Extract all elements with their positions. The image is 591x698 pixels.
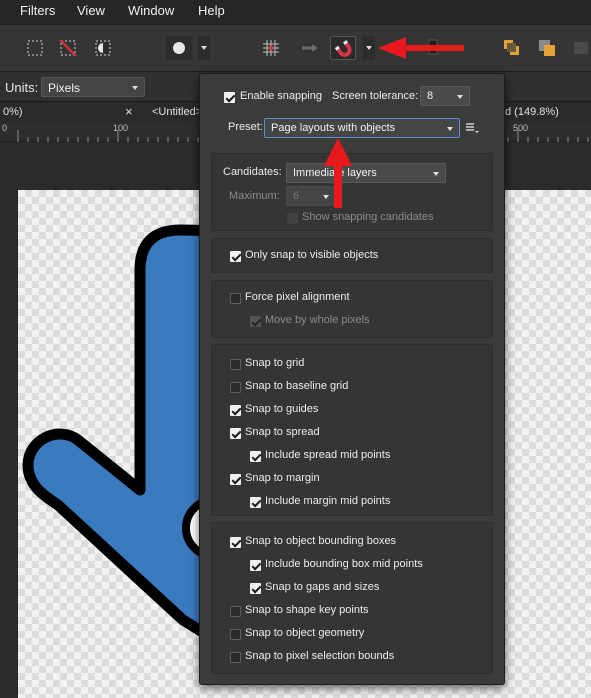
units-label: Units: (5, 80, 39, 95)
annotation-arrow-left (378, 37, 464, 59)
gaps-sizes-checkbox[interactable] (250, 583, 261, 594)
gaps-sizes-label: Snap to gaps and sizes (265, 581, 380, 593)
screen-tolerance-label: Screen tolerance: (332, 90, 419, 102)
spread-mid-label: Include spread mid points (265, 449, 391, 461)
arrange-forward-icon (539, 40, 555, 56)
pixel-selection-checkbox[interactable] (230, 652, 241, 663)
whole-pixels-label: Move by whole pixels (265, 314, 370, 326)
deselect-icon (59, 39, 77, 57)
screen-tolerance-select[interactable]: 8 (420, 86, 470, 106)
toolbar (0, 24, 591, 71)
margin-mid-label: Include margin mid points (265, 495, 391, 507)
arrange-back-icon (504, 40, 519, 55)
maximum-label: Maximum: (229, 190, 280, 202)
snap-spread-label: Snap to spread (245, 426, 320, 438)
force-pixel-checkbox[interactable] (230, 293, 241, 304)
annotation-arrow-up (324, 138, 352, 208)
snap-baseline-label: Snap to baseline grid (245, 380, 349, 392)
snapping-dropdown-button[interactable] (363, 36, 375, 60)
snap-grid-checkbox[interactable] (230, 359, 241, 370)
candidates-label: Candidates: (223, 166, 282, 178)
margin-mid-checkbox[interactable] (250, 497, 261, 508)
preset-menu-icon[interactable] (466, 122, 480, 134)
menu-view[interactable]: View (77, 3, 105, 18)
deselect-button[interactable] (55, 36, 81, 60)
force-pixel-label: Force pixel alignment (245, 291, 350, 303)
pixel-alignment-group: Force pixel alignment Move by whole pixe… (211, 280, 493, 338)
tab-untitled[interactable]: <Untitled> (152, 106, 202, 118)
show-candidates-checkbox[interactable] (287, 213, 298, 224)
only-visible-label: Only snap to visible objects (245, 249, 379, 261)
snap-guides-checkbox[interactable] (230, 405, 241, 416)
select-all-button[interactable] (22, 36, 48, 60)
preset-select[interactable]: Page layouts with objects (264, 118, 460, 138)
tab-close-icon[interactable]: × (125, 104, 133, 119)
visible-objects-group: Only snap to visible objects (211, 238, 493, 273)
spread-mid-checkbox[interactable] (250, 451, 261, 462)
object-snapping-group: Snap to object bounding boxes Include bo… (211, 522, 493, 674)
snap-baseline-checkbox[interactable] (230, 382, 241, 393)
candidates-select[interactable]: Immediate layers (286, 163, 446, 183)
snapping-button[interactable] (330, 36, 356, 60)
snap-bbox-checkbox[interactable] (230, 537, 241, 548)
enable-snapping-label: Enable snapping (240, 90, 322, 102)
only-visible-checkbox[interactable] (230, 251, 241, 262)
tab-zoom-left[interactable]: 0%) (3, 106, 23, 118)
snap-margin-checkbox[interactable] (230, 474, 241, 485)
snap-bbox-label: Snap to object bounding boxes (245, 535, 397, 547)
snap-grid-label: Snap to grid (245, 357, 305, 369)
menu-help[interactable]: Help (198, 3, 225, 18)
brush-mode-button[interactable] (166, 36, 192, 60)
menu-bar: Filters View Window Help (0, 0, 591, 24)
menu-filters[interactable]: Filters (20, 3, 55, 18)
arrange-back-button[interactable] (499, 36, 525, 60)
marquee-icon (27, 40, 43, 56)
ruler-label-0: 0 (2, 123, 8, 133)
bbox-mid-checkbox[interactable] (250, 560, 261, 571)
grid-guides-group: Snap to grid Snap to baseline grid Snap … (211, 344, 493, 516)
enable-snapping-checkbox[interactable] (224, 92, 235, 103)
snap-guides-label: Snap to guides (245, 403, 319, 415)
snap-margin-label: Snap to margin (245, 472, 320, 484)
bbox-mid-label: Include bounding box mid points (265, 558, 423, 570)
menu-window[interactable]: Window (128, 3, 174, 18)
grid-icon (263, 40, 279, 56)
ruler-label-500: 500 (513, 123, 529, 133)
arrange-more-button[interactable] (569, 36, 591, 60)
arrange-forward-button[interactable] (534, 36, 560, 60)
arrow-right-icon (302, 44, 318, 52)
magnet-icon (334, 40, 352, 57)
preset-label: Preset: (228, 121, 263, 133)
invert-selection-button[interactable] (90, 36, 116, 60)
ruler-label-100: 100 (113, 123, 129, 133)
pixel-selection-label: Snap to pixel selection bounds (245, 650, 395, 662)
shape-key-label: Snap to shape key points (245, 604, 369, 616)
show-candidates-label: Show snapping candidates (302, 211, 434, 223)
object-geometry-checkbox[interactable] (230, 629, 241, 640)
units-select[interactable]: Pixels (41, 77, 145, 97)
pixel-snap-button[interactable] (297, 36, 323, 60)
brush-mode-dropdown[interactable] (198, 36, 210, 60)
circle-brush-icon (173, 42, 185, 54)
whole-pixels-checkbox[interactable] (250, 316, 261, 327)
tab-zoom-right[interactable]: d (149.8%) (505, 106, 559, 118)
shape-key-checkbox[interactable] (230, 606, 241, 617)
invert-selection-icon (95, 40, 111, 56)
object-geometry-label: Snap to object geometry (245, 627, 365, 639)
grid-toggle-button[interactable] (258, 36, 284, 60)
snap-spread-checkbox[interactable] (230, 428, 241, 439)
arrange-icon (574, 42, 588, 54)
